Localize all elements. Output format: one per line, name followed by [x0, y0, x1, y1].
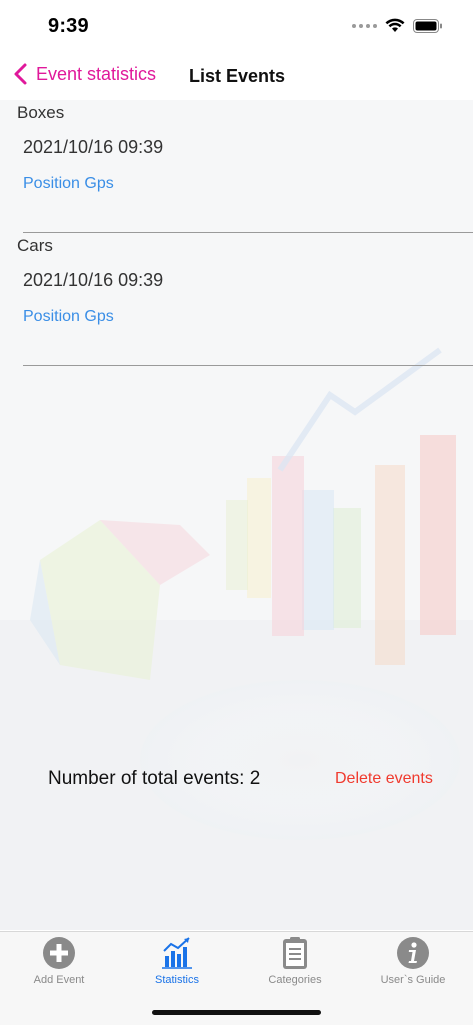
- clipboard-icon: [283, 937, 307, 969]
- list-item[interactable]: Boxes 2021/10/16 09:39 Position Gps: [0, 100, 473, 233]
- tab-statistics[interactable]: Statistics: [118, 936, 236, 996]
- event-name: Boxes: [17, 103, 65, 122]
- plus-circle-icon: [43, 937, 75, 969]
- tab-users-guide[interactable]: User`s Guide: [354, 936, 472, 996]
- divider: [23, 365, 473, 366]
- battery-icon: [413, 18, 442, 33]
- total-events-label: Number of total events: 2: [48, 768, 261, 789]
- tab-label: Add Event: [33, 974, 85, 986]
- tab-label: User`s Guide: [380, 974, 446, 986]
- position-gps-link[interactable]: Position Gps: [23, 308, 114, 326]
- event-name: Cars: [17, 236, 53, 255]
- cellular-signal-icon: [352, 23, 377, 28]
- wifi-icon: [385, 18, 405, 32]
- status-icons: [352, 18, 443, 33]
- chevron-left-icon: [14, 63, 27, 85]
- list-item[interactable]: Cars 2021/10/16 09:39 Position Gps: [0, 233, 473, 366]
- status-time: 9:39: [48, 15, 89, 37]
- tab-categories[interactable]: Categories: [236, 936, 354, 996]
- home-indicator: [152, 1010, 321, 1015]
- delete-events-button[interactable]: Delete events: [335, 770, 433, 788]
- tab-label: Categories: [268, 974, 322, 986]
- navigation-bar: Event statistics List Events: [0, 54, 473, 100]
- position-gps-link[interactable]: Position Gps: [23, 175, 114, 193]
- tab-label: Statistics: [154, 974, 199, 986]
- event-list: Boxes 2021/10/16 09:39 Position Gps Cars…: [0, 100, 473, 366]
- status-bar: 9:39: [0, 0, 473, 54]
- info-icon: [397, 937, 429, 969]
- event-datetime: 2021/10/16 09:39: [23, 270, 164, 290]
- bar-chart-icon: [162, 937, 192, 969]
- tab-bar: Add Event Statistics Categories User`s G…: [0, 931, 473, 1025]
- back-button[interactable]: Event statistics: [12, 62, 156, 86]
- tab-add-event[interactable]: Add Event: [0, 936, 118, 996]
- event-datetime: 2021/10/16 09:39: [23, 137, 164, 157]
- back-button-label: Event statistics: [36, 63, 157, 84]
- page-title: List Events: [189, 66, 286, 86]
